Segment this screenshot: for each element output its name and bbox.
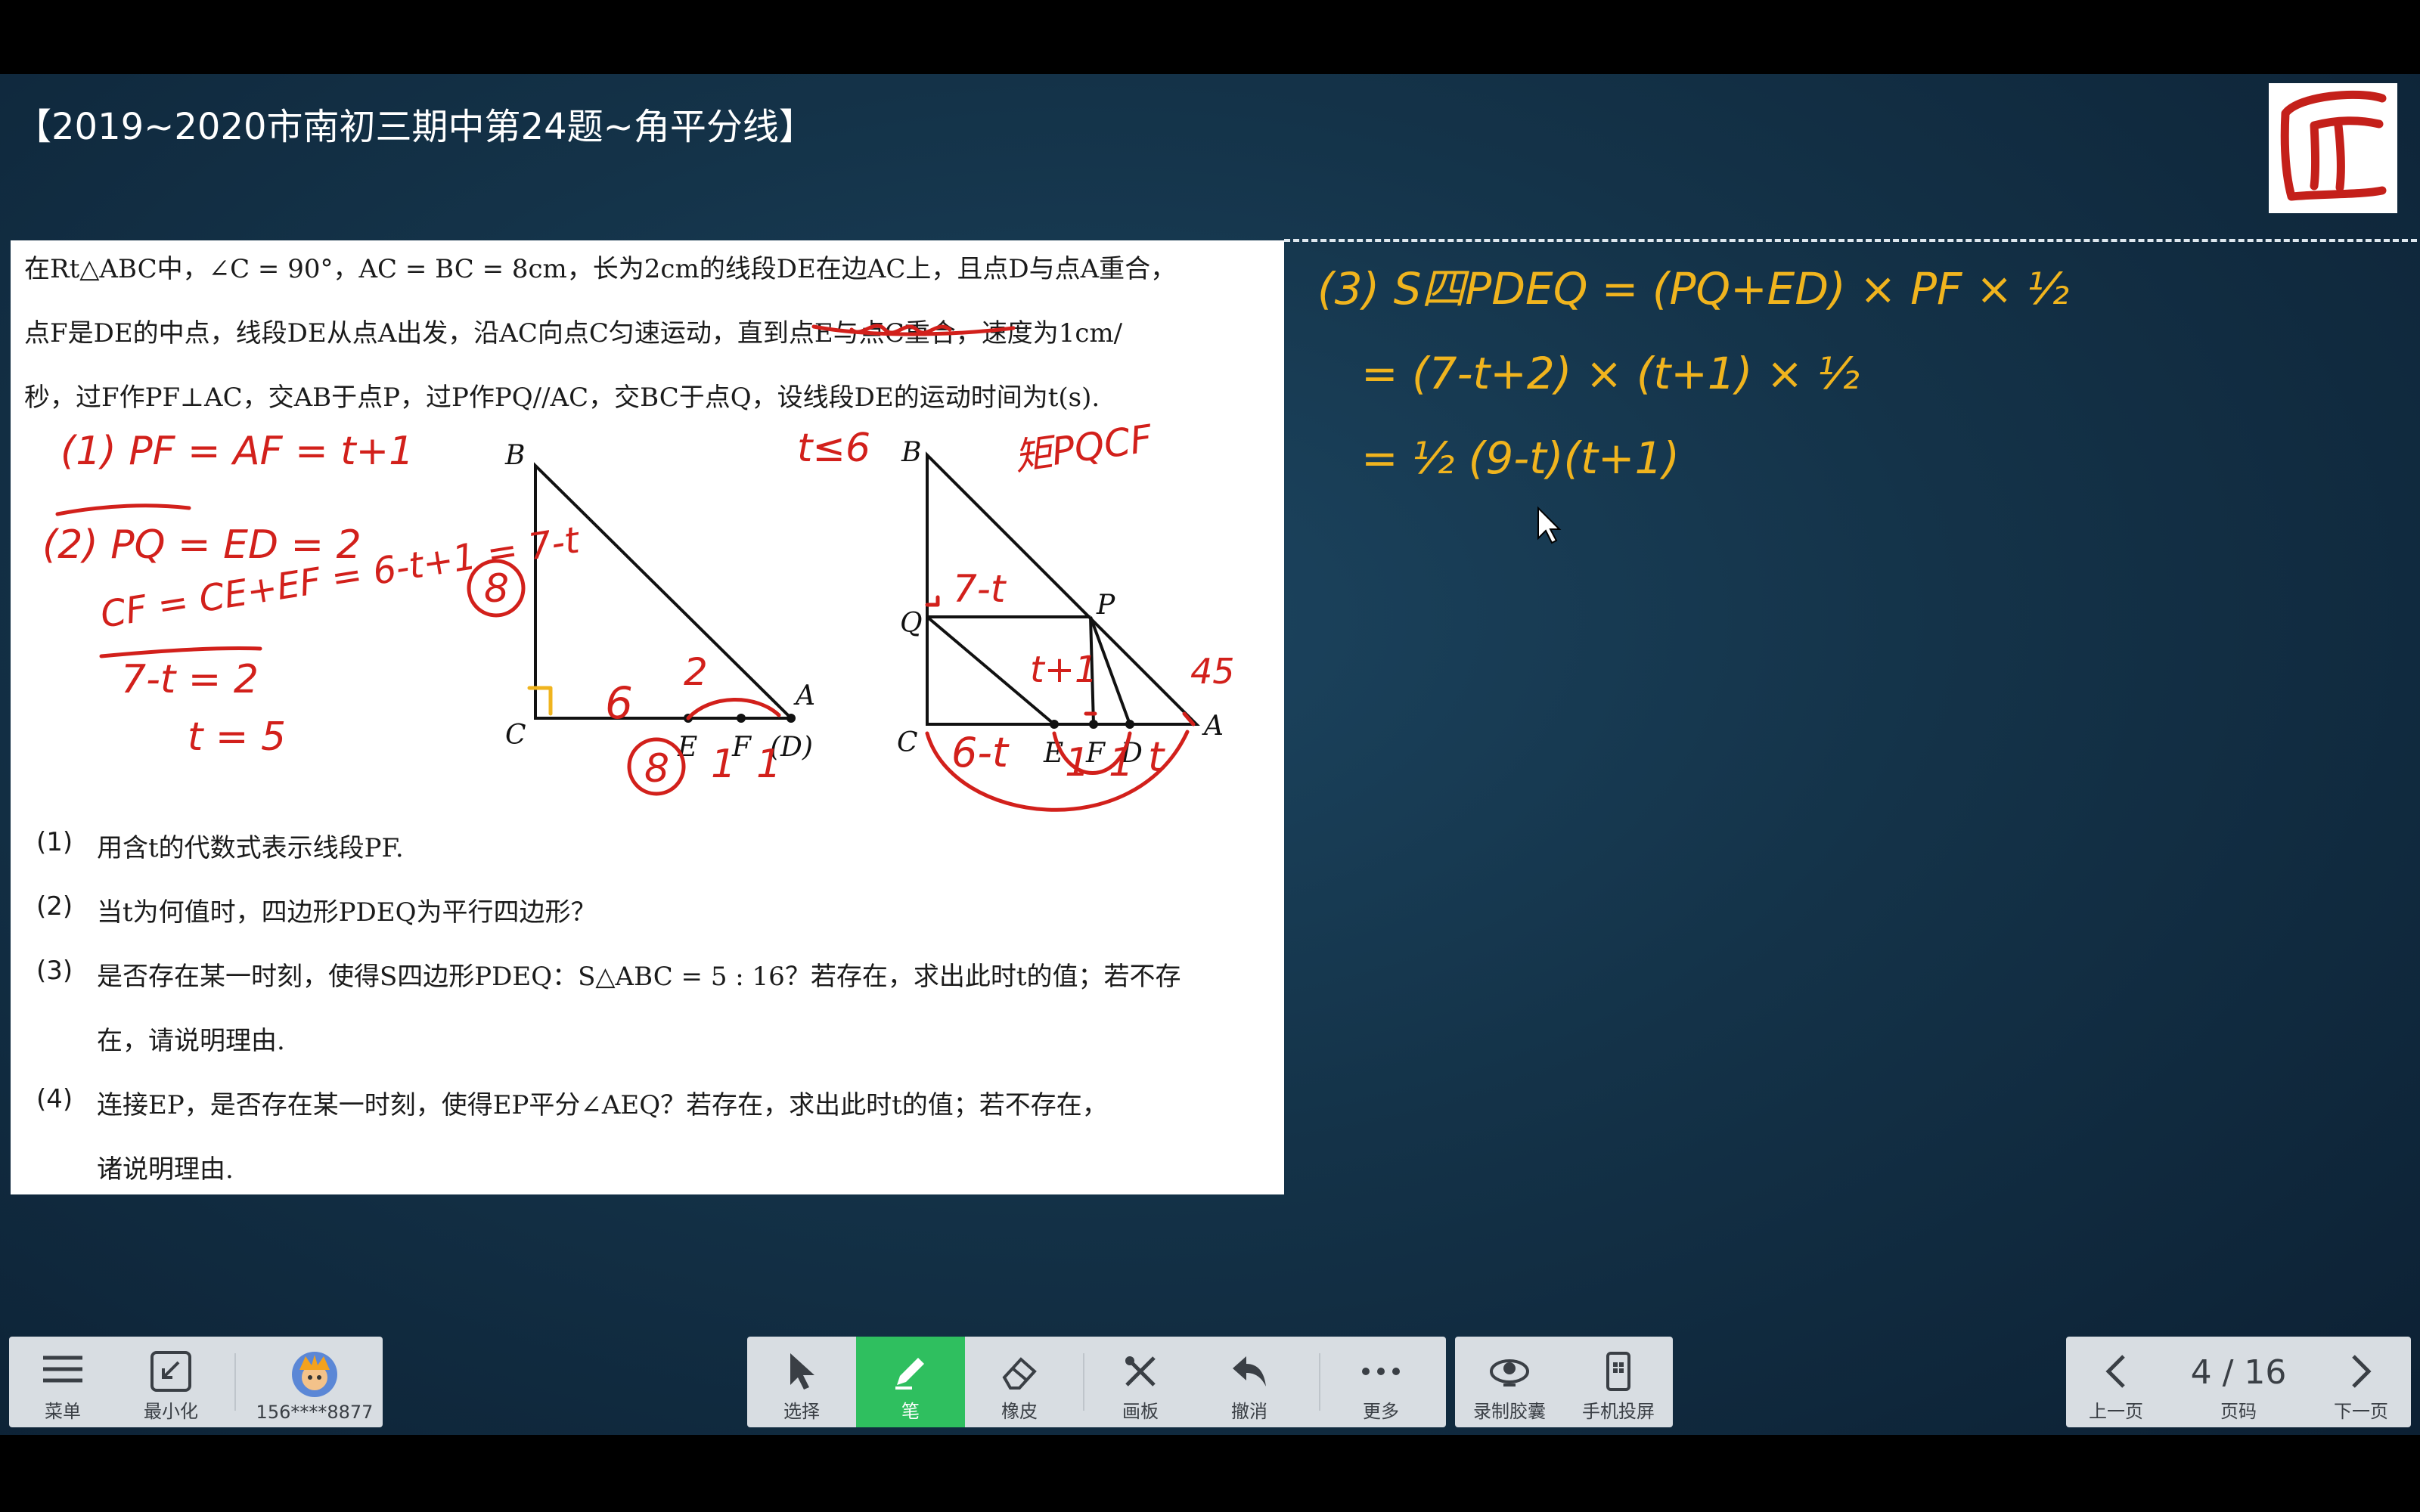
hand-note-1a: 1 bbox=[711, 742, 736, 787]
minimize-icon bbox=[116, 1350, 225, 1396]
more-icon bbox=[1326, 1350, 1435, 1396]
chevron-right-icon bbox=[2311, 1350, 2411, 1396]
hand-note-1b: 1 bbox=[756, 742, 781, 787]
hand-note-1d: 1 bbox=[1109, 740, 1134, 785]
eraser-icon bbox=[965, 1350, 1074, 1396]
fig2-label-Q: Q bbox=[900, 608, 923, 639]
undo-icon bbox=[1195, 1350, 1304, 1396]
hand-note-1: (1) PF = AF = t+1 bbox=[60, 429, 414, 474]
fig2-label-P: P bbox=[1096, 590, 1115, 621]
user-account-button[interactable]: 156****8877 bbox=[247, 1337, 383, 1427]
phone-cast-button[interactable]: 手机投屏 bbox=[1564, 1337, 1673, 1427]
toolbar-divider bbox=[1319, 1353, 1320, 1411]
hand-note-y3: = ½ (9-t)(t+1) bbox=[1361, 432, 1680, 484]
right-angle-red bbox=[925, 595, 940, 607]
chevron-left-icon bbox=[2066, 1350, 2166, 1396]
annotation-layer: B C A E F (D) B Q P C E F D A (1) PF = A… bbox=[42, 263, 2069, 812]
undo-button[interactable]: 撤消 bbox=[1195, 1337, 1304, 1427]
pen-icon bbox=[856, 1350, 965, 1396]
fig1-label-A: A bbox=[793, 680, 815, 711]
figure-1 bbox=[534, 462, 795, 720]
pager: 上一页 4 / 16 页码 下一页 bbox=[2066, 1337, 2411, 1427]
page-number: 4 / 16 bbox=[2190, 1353, 2287, 1392]
page-indicator[interactable]: 4 / 16 页码 bbox=[2166, 1337, 2311, 1427]
record-capsule-button[interactable]: 录制胶囊 bbox=[1455, 1337, 1564, 1427]
hand-note-7t: 7-t bbox=[953, 567, 1007, 611]
drawing-board-icon bbox=[1086, 1350, 1195, 1396]
toolbar-divider bbox=[234, 1353, 236, 1411]
avatar bbox=[247, 1350, 383, 1397]
menu-icon bbox=[9, 1350, 116, 1396]
prev-page-button[interactable]: 上一页 bbox=[2066, 1337, 2166, 1427]
pen-tool-button[interactable]: 笔 bbox=[856, 1337, 965, 1427]
phone-cast-icon bbox=[1564, 1350, 1673, 1396]
hand-note-rect: 矩PQCF bbox=[1012, 417, 1156, 479]
hand-note-circle8: 8 bbox=[484, 566, 509, 612]
right-angle-mark bbox=[527, 686, 553, 716]
hand-note-2: 2 bbox=[684, 650, 708, 694]
minimize-button[interactable]: 最小化 bbox=[116, 1337, 225, 1427]
toolbar-extra: 录制胶囊 手机投屏 bbox=[1455, 1337, 1673, 1427]
toolbar-left: 菜单 最小化 156****8877 bbox=[9, 1337, 383, 1427]
underline-pq bbox=[55, 503, 191, 516]
next-page-button[interactable]: 下一页 bbox=[2311, 1337, 2411, 1427]
fig1-label-B: B bbox=[504, 440, 525, 471]
hand-note-t: t bbox=[1148, 733, 1165, 781]
hand-note-y2: = (7-t+2) × (t+1) × ½ bbox=[1361, 348, 1860, 399]
hand-note-2c: 7-t = 2 bbox=[121, 657, 259, 702]
eraser-tool-button[interactable]: 橡皮 bbox=[965, 1337, 1074, 1427]
hand-note-6t: 6-t bbox=[951, 729, 1010, 776]
menu-button[interactable]: 菜单 bbox=[9, 1337, 116, 1427]
record-capsule-icon bbox=[1455, 1350, 1564, 1396]
hand-note-45: 45 bbox=[1190, 651, 1235, 692]
toolbar-divider bbox=[1083, 1353, 1084, 1411]
hand-note-8: 8 bbox=[644, 746, 669, 792]
fig2-label-A: A bbox=[1202, 711, 1224, 742]
fig2-label-B: B bbox=[901, 437, 921, 468]
hand-note-t6: t≤6 bbox=[797, 426, 870, 471]
arc-ed bbox=[686, 698, 781, 720]
select-tool-button[interactable]: 选择 bbox=[747, 1337, 856, 1427]
hand-note-2d: t = 5 bbox=[188, 714, 286, 760]
drawing-board-button[interactable]: 画板 bbox=[1086, 1337, 1195, 1427]
fig1-label-C: C bbox=[505, 720, 526, 751]
toolbar-tools: 选择 笔 橡皮 画板 撤消 更多 bbox=[747, 1337, 1446, 1427]
fig1-label-E: E bbox=[677, 732, 697, 763]
hand-note-6: 6 bbox=[605, 677, 633, 729]
more-button[interactable]: 更多 bbox=[1326, 1337, 1435, 1427]
underline-cf bbox=[99, 646, 262, 658]
hand-note-t1: t+1 bbox=[1030, 649, 1098, 691]
hand-note-y1: (3) S四PDEQ = (PQ+ED) × PF × ½ bbox=[1317, 263, 2069, 314]
hand-note-1c: 1 bbox=[1065, 740, 1090, 785]
tick-marks bbox=[1084, 711, 1196, 727]
mouse-cursor-icon bbox=[1537, 506, 1562, 544]
cursor-icon bbox=[747, 1350, 856, 1396]
fig2-label-C: C bbox=[897, 727, 918, 758]
